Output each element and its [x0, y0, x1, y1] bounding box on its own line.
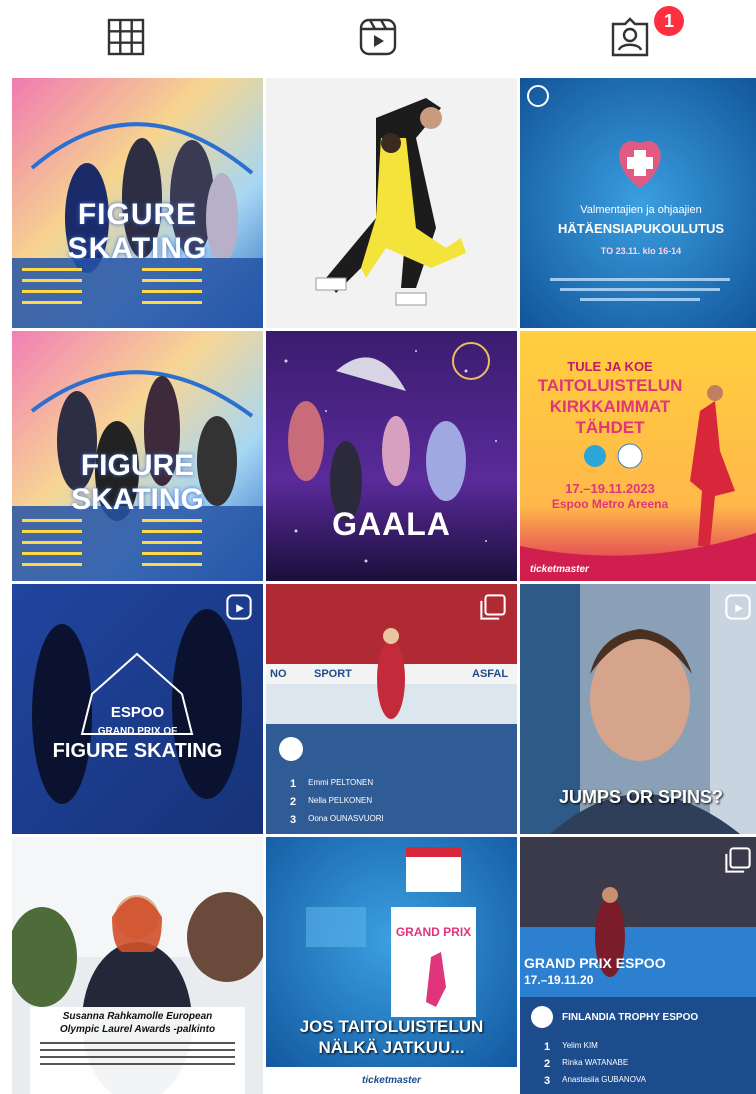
- event-venue: Espoo Metro Areena: [551, 497, 669, 511]
- notification-badge: 1: [654, 6, 684, 36]
- reels-icon: [725, 594, 751, 620]
- athlete-name: Yelim KIM: [562, 1041, 598, 1050]
- post-subtitle: Valmentajien ja ohjaajien: [580, 204, 702, 216]
- athlete-name: Oona OUNASVUORI: [308, 814, 384, 823]
- result-row: 2 Rinka WATANABE: [520, 1058, 756, 1070]
- rank-number: 3: [544, 1075, 551, 1087]
- poster-title: GRAND PRIX: [395, 925, 472, 939]
- post-thumbnail[interactable]: Susanna Rahkamolle European Olympic Laur…: [12, 837, 263, 1094]
- post-title: FIGURE SKATING: [71, 449, 204, 516]
- ad-board-center: SPORT: [314, 668, 352, 680]
- post-image: [266, 331, 517, 581]
- tab-grid[interactable]: [0, 0, 252, 74]
- post-title: FIGURE SKATING: [67, 198, 208, 265]
- post-title: NÄLKÄ JATKUU...: [318, 1038, 465, 1057]
- post-image: [12, 837, 263, 1094]
- post-title: Olympic Laurel Awards -palkinto: [59, 1024, 216, 1035]
- reels-icon: [359, 18, 397, 56]
- tab-tagged[interactable]: 1: [504, 0, 756, 74]
- post-image: [266, 78, 517, 328]
- post-thumbnail[interactable]: FIGURE SKATING: [12, 78, 263, 328]
- rank-number: 2: [290, 796, 297, 808]
- post-title: JOS TAITOLUISTELUN: [299, 1017, 484, 1036]
- post-thumbnail[interactable]: NO SPORT ASFAL 1 Emmi PELTONEN 2 Nella PEL…: [266, 584, 517, 834]
- post-line: TÄHDET: [575, 418, 645, 437]
- post-image: [520, 78, 756, 328]
- post-thumbnail[interactable]: GAALA: [266, 331, 517, 581]
- post-thumbnail[interactable]: JUMPS OR SPINS?: [520, 584, 756, 834]
- post-thumbnail[interactable]: Valmentajien ja ohjaajien HÄTÄENSIAPUKOU…: [520, 78, 756, 328]
- athlete-name: Emmi PELTONEN: [308, 778, 374, 787]
- ticketmaster-logo: ticketmaster: [530, 564, 589, 575]
- reels-icon: [226, 594, 252, 620]
- post-title: GAALA: [332, 506, 451, 542]
- ad-board-left: NO: [270, 668, 287, 680]
- result-row: 1 Yelim KIM: [520, 1041, 756, 1053]
- result-row: 3 Anastasiia GUBANOVA: [520, 1075, 756, 1087]
- banner-text: GRAND PRIX ESPOO: [524, 955, 666, 971]
- rank-number: 1: [544, 1041, 551, 1053]
- post-title: Susanna Rahkamolle European: [62, 1011, 213, 1022]
- post-date: TO 23.11. klo 16-14: [600, 246, 682, 256]
- profile-tabs: 1: [0, 0, 756, 74]
- rank-number: 1: [290, 778, 297, 790]
- post-thumbnail[interactable]: GRAND PRIX ESPOO 17.–19.11.20 FINLANDIA …: [520, 837, 756, 1094]
- post-thumbnail[interactable]: ESPOO GRAND PRIX OF FIGURE SKATING: [12, 584, 263, 834]
- athlete-name: Nella PELKONEN: [308, 796, 373, 805]
- tagged-icon: [611, 17, 649, 57]
- post-line: GRAND PRIX OF: [97, 726, 178, 737]
- tab-reels[interactable]: [252, 0, 504, 74]
- post-line: TAITOLUISTELUN: [537, 376, 683, 395]
- post-thumbnail[interactable]: GRAND PRIX JOS TAITOLUISTELUN NÄLKÄ JATK…: [266, 837, 517, 1094]
- post-title: JUMPS OR SPINS?: [558, 787, 724, 807]
- post-title: HÄTÄENSIAPUKOULUTUS: [557, 221, 725, 236]
- athlete-name: Anastasiia GUBANOVA: [562, 1075, 647, 1084]
- result-row: 3 Oona OUNASVUORI: [266, 814, 517, 826]
- carousel-icon: [725, 847, 751, 873]
- banner-dates: 17.–19.11.20: [524, 973, 594, 987]
- result-row: 1 Emmi PELTONEN: [266, 778, 517, 790]
- post-title: FIGURE SKATING: [52, 740, 223, 762]
- post-line: TULE JA KOE: [567, 359, 653, 374]
- post-title: FINLANDIA TROPHY ESPOO: [562, 1012, 699, 1023]
- post-line: KIRKKAIMMAT: [549, 397, 671, 416]
- rank-number: 2: [544, 1058, 551, 1070]
- result-row: 2 Nella PELKONEN: [266, 796, 517, 808]
- carousel-icon: [480, 594, 506, 620]
- grid-icon: [107, 18, 145, 56]
- post-thumbnail[interactable]: FIGURE SKATING: [12, 331, 263, 581]
- rank-number: 3: [290, 814, 297, 826]
- post-thumbnail[interactable]: [266, 78, 517, 328]
- event-date: 17.–19.11.2023: [565, 481, 655, 496]
- post-line: ESPOO: [110, 704, 165, 721]
- ticketmaster-logo: ticketmaster: [362, 1075, 421, 1086]
- athlete-name: Rinka WATANABE: [562, 1058, 629, 1067]
- post-thumbnail[interactable]: TULE JA KOE TAITOLUISTELUN KIRKKAIMMAT T…: [520, 331, 756, 581]
- ad-board-right: ASFAL: [472, 668, 509, 680]
- post-grid: FIGURE SKATING Valmentajien ja ohjaajien…: [12, 78, 756, 1094]
